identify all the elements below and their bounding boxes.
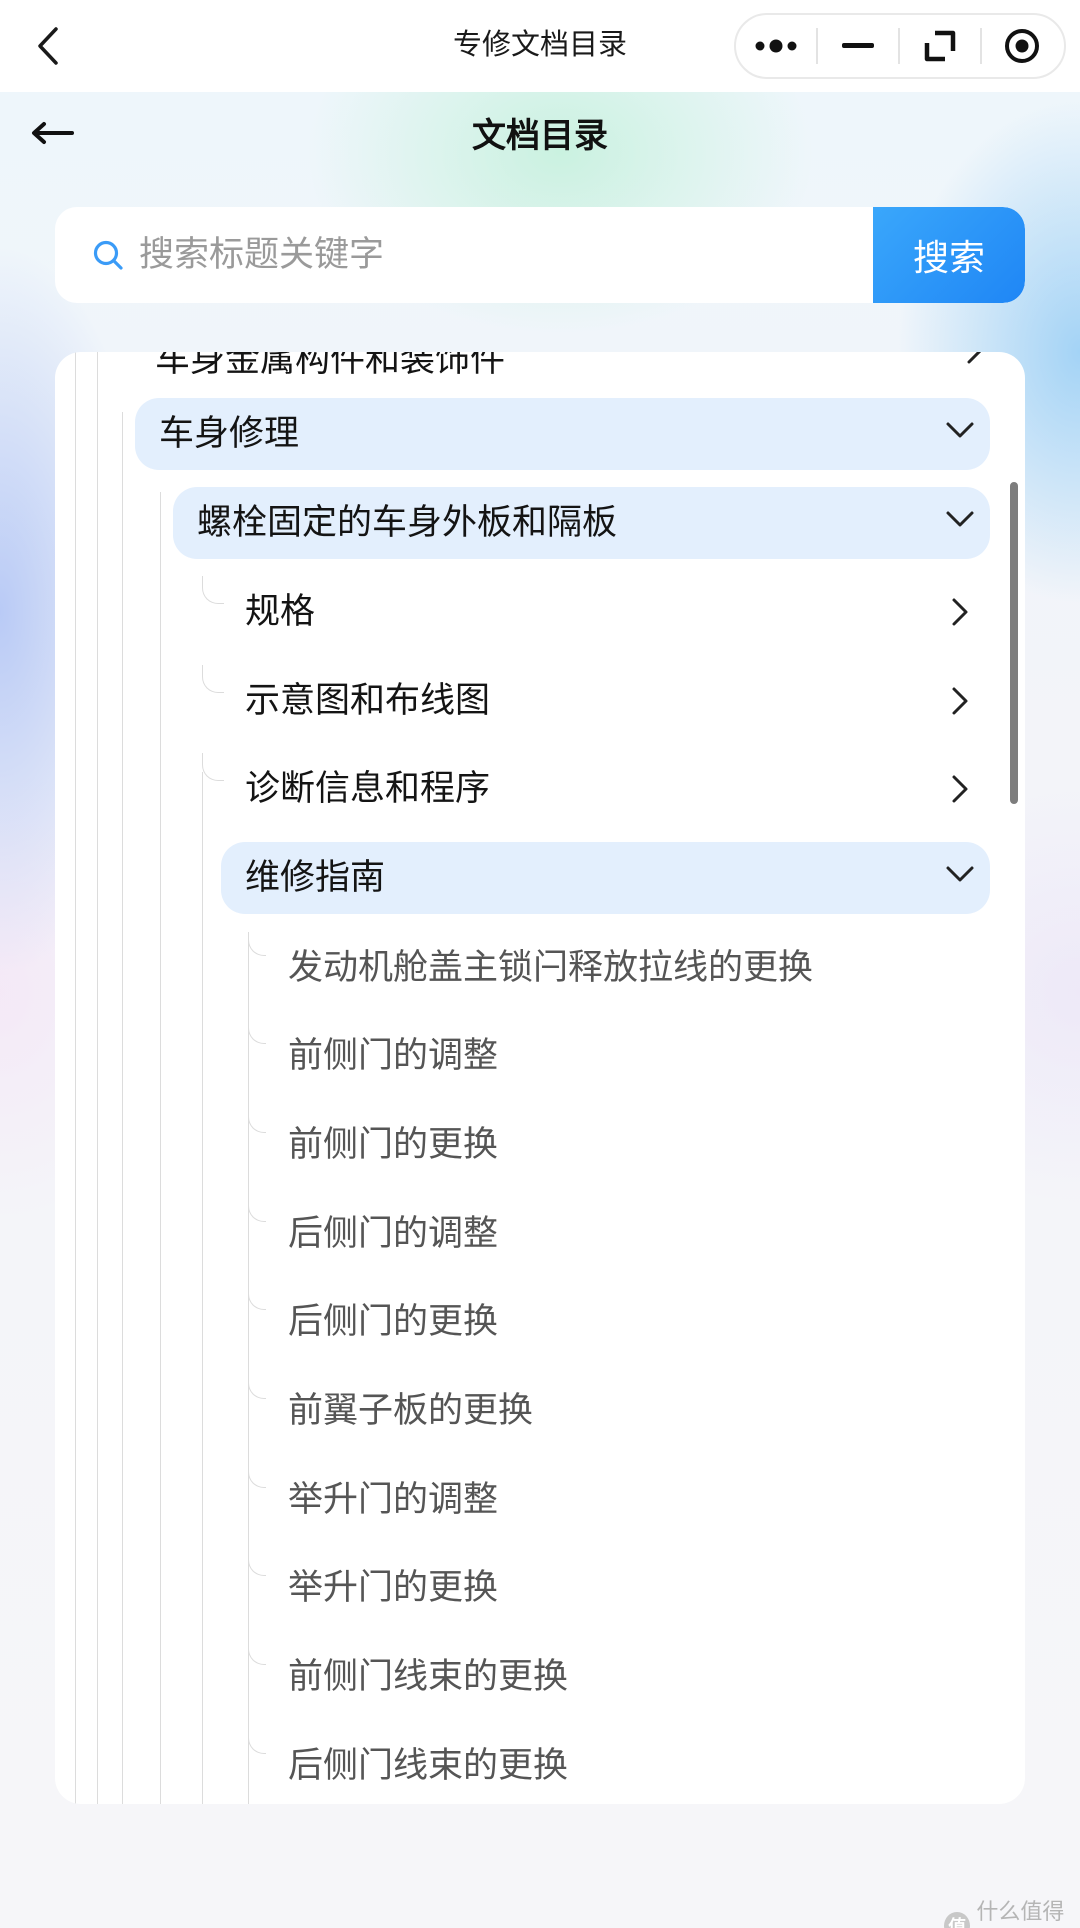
tree-node-expanded[interactable]: 维修指南: [221, 842, 990, 914]
tree-leaf[interactable]: 举升门的调整: [248, 1464, 990, 1536]
page-title: 文档目录: [472, 116, 608, 156]
tree-leaf[interactable]: 前侧门线束的更换: [248, 1641, 990, 1713]
chevron-down-icon: [946, 422, 974, 438]
search-button[interactable]: 搜索: [873, 207, 1025, 303]
restore-button[interactable]: [900, 13, 980, 79]
tree-node-partial[interactable]: 车身金属构件和装饰件: [125, 352, 1005, 374]
tree-guide-line: [122, 412, 123, 1804]
chevron-down-icon: [946, 511, 974, 527]
tree-leaf[interactable]: 前侧门的更换: [248, 1109, 990, 1181]
chevron-right-icon: [952, 598, 968, 626]
tree-leaf-label: 后侧门的更换: [288, 1302, 499, 1342]
tree-leaf-label: 前翼子板的更换: [288, 1391, 534, 1431]
tree-node-label: 维修指南: [245, 858, 386, 898]
tree-leaf-label: 举升门的调整: [288, 1480, 499, 1520]
minimize-icon: [842, 43, 874, 48]
watermark-text: 什么值得买: [976, 1900, 1065, 1925]
search-input[interactable]: [139, 207, 919, 303]
tree-leaf-label: 前侧门的调整: [288, 1036, 499, 1076]
tree-node-label: 螺栓固定的车身外板和隔板: [197, 503, 618, 543]
chevron-right-icon: [952, 775, 968, 803]
chevron-right-icon: [967, 352, 982, 364]
target-icon: [1005, 29, 1039, 63]
mini-program-capsule: [734, 13, 1066, 79]
tree-leaf-label: 后侧门的调整: [288, 1214, 499, 1254]
tree-guide-line: [202, 772, 203, 1804]
tree-node[interactable]: 规格: [198, 576, 990, 648]
tree-node[interactable]: 示意图和布线图: [198, 665, 990, 737]
tree-guide-line: [160, 492, 161, 1804]
tree-node-label: 规格: [245, 592, 316, 632]
tree-leaf[interactable]: 后侧门线束的更换: [248, 1730, 990, 1802]
tree-node-label: 车身金属构件和装饰件: [155, 352, 506, 374]
watermark: 值 什么值得买: [944, 1894, 1080, 1928]
chevron-right-icon: [952, 687, 968, 715]
tree-leaf[interactable]: 前侧门的调整: [248, 1020, 990, 1092]
minimize-button[interactable]: [818, 13, 898, 79]
tree-node-label: 车身修理: [159, 414, 300, 454]
watermark-badge: 值: [944, 1912, 971, 1928]
tree-guide-line: [97, 352, 98, 1804]
tree-guide-line: [75, 352, 76, 1804]
close-button[interactable]: [982, 13, 1062, 79]
tree-node-expanded[interactable]: 车身修理: [135, 398, 990, 470]
tree-leaf-label: 前侧门的更换: [288, 1125, 499, 1165]
search-bar: 搜索: [55, 207, 1025, 303]
tree-node-label: 诊断信息和程序: [245, 769, 491, 809]
more-button[interactable]: [736, 13, 816, 79]
tree-leaf[interactable]: 前翼子板的更换: [248, 1375, 990, 1447]
more-dots-icon: [755, 39, 797, 53]
tree-leaf[interactable]: 后侧门的调整: [248, 1198, 990, 1270]
restore-icon: [924, 30, 956, 62]
tree-leaf-label: 发动机舱盖主锁闩释放拉线的更换: [288, 948, 814, 988]
tree-node[interactable]: 诊断信息和程序: [198, 753, 990, 825]
tree-leaf-label: 后侧门线束的更换: [288, 1746, 569, 1786]
tree-leaf-label: 举升门的更换: [288, 1568, 499, 1608]
tree-leaf[interactable]: 后侧门的更换: [248, 1286, 990, 1358]
tree-leaf[interactable]: 发动机舱盖主锁闩释放拉线的更换: [248, 932, 990, 1004]
mini-program-titlebar: 专修文档目录: [0, 0, 1080, 92]
tree-node-label: 示意图和布线图: [245, 681, 491, 721]
tree-leaf-label: 前侧门线束的更换: [288, 1657, 569, 1697]
tree-scrollbar[interactable]: [1010, 482, 1018, 804]
chevron-down-icon: [946, 866, 974, 882]
toc-tree-card: 车身金属构件和装饰件 车身修理 螺栓固定的车身外板和隔板 规格 示意图和布线图 …: [55, 352, 1025, 1804]
tree-node-expanded[interactable]: 螺栓固定的车身外板和隔板: [173, 487, 990, 559]
search-icon: [93, 240, 123, 270]
tree-leaf[interactable]: 举升门的更换: [248, 1552, 990, 1624]
